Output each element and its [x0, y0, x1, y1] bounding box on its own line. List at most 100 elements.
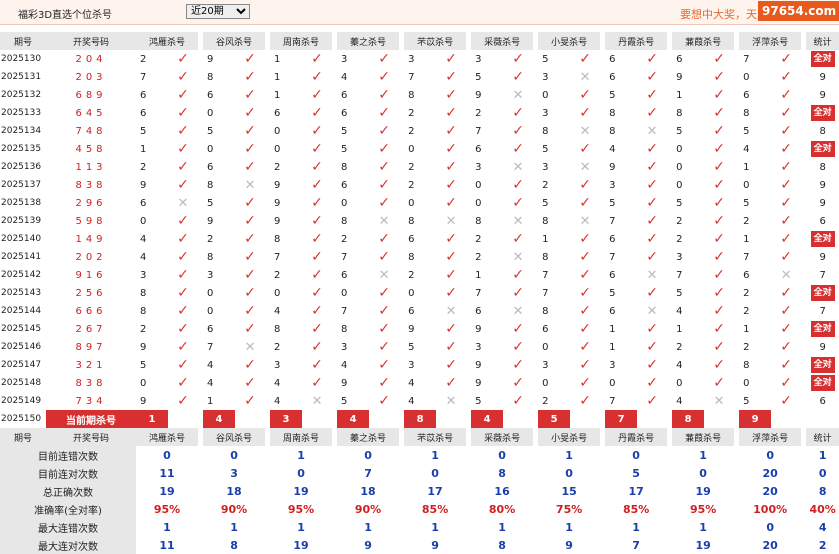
result-cell: ✓: [168, 230, 198, 248]
result-cell: ✓: [235, 86, 265, 104]
check-mark-icon: ✓: [713, 159, 725, 175]
check-mark-icon: ✓: [244, 393, 256, 409]
kill-number-cell: 4: [341, 359, 348, 371]
kill-number-cell: 3: [542, 71, 549, 83]
check-mark-icon: ✓: [378, 393, 390, 409]
stats-total: 4: [818, 520, 827, 534]
check-mark-icon: ✓: [311, 285, 323, 301]
table-row: 2025148 838 0 ✓ 4 ✓ 4 ✓ 9 ✓ 4 ✓ 9 ✓ 0 ✓ 0 ✓ 0 ✓ 0 ✓ 全对: [0, 374, 839, 392]
check-mark-icon: ✓: [445, 249, 457, 265]
check-mark-icon: ✓: [378, 321, 390, 337]
kill-number-cell: 4: [676, 395, 683, 407]
kill-number-cell: 9: [274, 215, 281, 227]
result-cell: ✓: [369, 104, 399, 122]
issue-cell: 2025144: [1, 306, 42, 316]
check-mark-icon: ✓: [646, 195, 658, 211]
kill-number-cell: 0: [408, 197, 415, 209]
result-cell: ✓: [235, 230, 265, 248]
result-cell: ✓: [302, 320, 332, 338]
check-mark-icon: ✓: [311, 213, 323, 229]
result-cell: ✓: [302, 68, 332, 86]
stats-value: 19: [695, 538, 711, 552]
result-cell: ✓: [637, 284, 667, 302]
result-cell: ✕: [503, 302, 533, 320]
result-cell: ✓: [168, 320, 198, 338]
check-mark-icon: ✓: [579, 285, 591, 301]
kill-number-cell: 2: [743, 341, 750, 353]
result-cell: ✓: [771, 104, 801, 122]
check-mark-icon: ✓: [445, 285, 457, 301]
all-correct-badge: 全对: [810, 285, 835, 301]
kill-number-cell: 2: [408, 269, 415, 281]
period-select[interactable]: 近20期: [186, 4, 250, 19]
kill-number-cell: 0: [676, 143, 683, 155]
stats-value: 1: [699, 448, 707, 462]
result-cell: ✓: [235, 374, 265, 392]
kill-number-cell: 6: [140, 197, 147, 209]
kill-number-cell: 4: [676, 305, 683, 317]
stats-value: 3: [230, 466, 238, 480]
result-cell: ✓: [570, 194, 600, 212]
result-cell: ✓: [168, 104, 198, 122]
kill-number-cell: 3: [341, 53, 348, 65]
stats-value: 95%: [153, 502, 181, 516]
result-cell: ✓: [570, 176, 600, 194]
kill-number-cell: 8: [207, 179, 214, 191]
issue-cell: 2025143: [1, 288, 42, 298]
kill-number-cell: 8: [743, 107, 750, 119]
kill-number-cell: 0: [743, 71, 750, 83]
result-cell: ✓: [235, 122, 265, 140]
table-row: 2025133 645 6 ✓ 0 ✓ 6 ✓ 6 ✓ 2 ✓ 2 ✓ 3 ✓ 8 ✓ 8 ✓ 8 ✓ 全对: [0, 104, 839, 122]
result-cell: ✕: [436, 392, 466, 410]
result-cell: ✓: [503, 374, 533, 392]
kill-number-cell: 5: [676, 125, 683, 137]
result-cell: ✓: [168, 266, 198, 284]
result-cell: ✓: [235, 356, 265, 374]
stats-value: 1: [297, 448, 305, 462]
kill-number-cell: 9: [475, 323, 482, 335]
check-mark-icon: ✓: [378, 339, 390, 355]
check-mark-icon: ✓: [646, 375, 658, 391]
table-row: 2025147 321 5 ✓ 4 ✓ 3 ✓ 4 ✓ 3 ✓ 9 ✓ 3 ✓ 3 ✓ 4 ✓ 8 ✓ 全对: [0, 356, 839, 374]
kill-number-cell: 5: [207, 197, 214, 209]
check-mark-icon: ✓: [646, 231, 658, 247]
result-cell: ✓: [637, 104, 667, 122]
kill-number-cell: 5: [542, 143, 549, 155]
result-cell: ✓: [771, 140, 801, 158]
header-expert: 谷风杀号: [203, 32, 266, 50]
result-cell: ✕: [235, 176, 265, 194]
stats-label: 总正确次数: [0, 482, 136, 500]
draw-number-cell: 666: [75, 305, 107, 317]
result-cell: ✓: [771, 392, 801, 410]
check-mark-icon: ✓: [445, 105, 457, 121]
check-mark-icon: ✓: [713, 285, 725, 301]
kill-number-cell: 0: [408, 287, 415, 299]
check-mark-icon: ✓: [780, 87, 793, 103]
check-mark-icon: ✓: [177, 285, 189, 301]
cross-mark-icon: ✕: [177, 195, 189, 211]
result-cell: ✓: [637, 248, 667, 266]
stats-value: 1: [632, 520, 640, 534]
table-row: 2025135 458 1 ✓ 0 ✓ 0 ✓ 5 ✓ 0 ✓ 6 ✓ 5 ✓ 4 ✓ 0 ✓ 4 ✓ 全对: [0, 140, 839, 158]
check-mark-icon: ✓: [177, 249, 189, 265]
kill-number-cell: 9: [408, 323, 415, 335]
kill-number-cell: 5: [676, 287, 683, 299]
kill-number-cell: 9: [475, 377, 482, 389]
kill-number-cell: 3: [609, 179, 616, 191]
kill-number-table: 期号 开奖号码 鸿雁杀号 谷风杀号 周南杀号 蓁之杀号 芣苡杀号 采薇杀号 小旻…: [0, 32, 839, 428]
stats-value: 18: [226, 484, 242, 498]
check-mark-icon: ✓: [713, 357, 725, 373]
result-cell: ✓: [168, 374, 198, 392]
result-cell: ✓: [235, 194, 265, 212]
check-mark-icon: ✓: [445, 357, 457, 373]
kill-number-cell: 0: [743, 377, 750, 389]
result-cell: ✓: [503, 266, 533, 284]
draw-number-cell: 113: [75, 161, 107, 173]
check-mark-icon: ✓: [311, 177, 323, 193]
stats-value: 8: [498, 466, 506, 480]
issue-cell: 2025133: [1, 108, 42, 118]
check-mark-icon: ✓: [713, 267, 725, 283]
check-mark-icon: ✓: [445, 267, 457, 283]
kill-number-cell: 8: [743, 359, 750, 371]
top-bar: 福彩3D直选个位杀号 近20期 要想中大奖，天天 97654.com: [0, 0, 839, 25]
